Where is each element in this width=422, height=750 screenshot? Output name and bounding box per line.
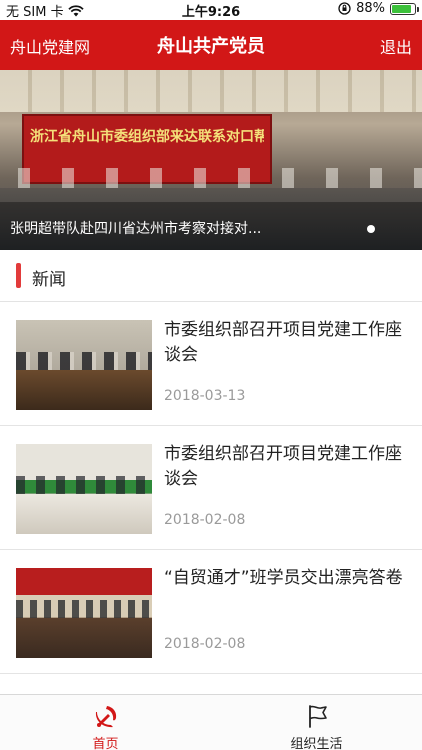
banner-carousel[interactable]: 浙江省舟山市委组织部来达联系对口帮扶工作座谈会 张明超带队赴四川省达州市考察对接… xyxy=(0,70,422,250)
news-thumbnail xyxy=(16,320,152,410)
battery-fill xyxy=(392,4,412,13)
orientation-lock-icon xyxy=(338,2,351,15)
logout-button[interactable]: 退出 xyxy=(380,34,412,58)
news-title: 市委组织部召开项目党建工作座谈会 xyxy=(164,444,402,489)
news-date: 2018-02-08 xyxy=(164,512,246,528)
news-thumbnail xyxy=(16,444,152,534)
battery-percent: 88% xyxy=(356,1,385,16)
nav-site-link[interactable]: 舟山党建网 xyxy=(10,34,90,58)
news-thumbnail xyxy=(16,568,152,658)
nav-bar: 舟山党建网 舟山共产党员 退出 xyxy=(0,20,422,70)
status-bar: 无 SIM 卡 上午9:26 88% xyxy=(0,0,422,20)
news-title: “自贸通才”班学员交出漂亮答卷 xyxy=(164,568,403,588)
tab-home[interactable]: 首页 xyxy=(0,695,211,750)
section-title: 新闻 xyxy=(32,270,66,290)
battery-icon xyxy=(390,2,419,15)
banner-ceiling xyxy=(0,70,422,112)
news-title: 市委组织部召开项目党建工作座谈会 xyxy=(164,320,402,365)
tab-bar: 首页 组织生活 xyxy=(0,694,422,750)
tab-home-label: 首页 xyxy=(92,737,119,750)
news-section-header: 新闻 xyxy=(0,250,422,302)
tab-organization-life-label: 组织生活 xyxy=(290,737,343,750)
party-emblem-icon xyxy=(95,706,116,728)
news-item[interactable]: “自贸通才”班学员交出漂亮答卷 2018-02-08 xyxy=(0,550,422,674)
flag-icon xyxy=(308,705,327,728)
banner-backdrop-text: 浙江省舟山市委组织部来达联系对口帮扶工作座谈会 xyxy=(30,129,264,145)
tab-organization-life[interactable]: 组织生活 xyxy=(211,695,422,750)
carousel-pager-dot[interactable] xyxy=(367,225,375,233)
status-right: 88% xyxy=(338,1,419,16)
news-date: 2018-02-08 xyxy=(164,636,246,652)
banner-caption[interactable]: 张明超带队赴四川省达州市考察对接对... xyxy=(10,218,310,238)
news-item[interactable]: 市委组织部召开项目党建工作座谈会 2018-02-08 xyxy=(0,426,422,550)
news-date: 2018-03-13 xyxy=(164,388,246,404)
section-accent-bar xyxy=(16,263,21,288)
news-item[interactable]: 市委组织部召开项目党建工作座谈会 2018-03-13 xyxy=(0,302,422,426)
